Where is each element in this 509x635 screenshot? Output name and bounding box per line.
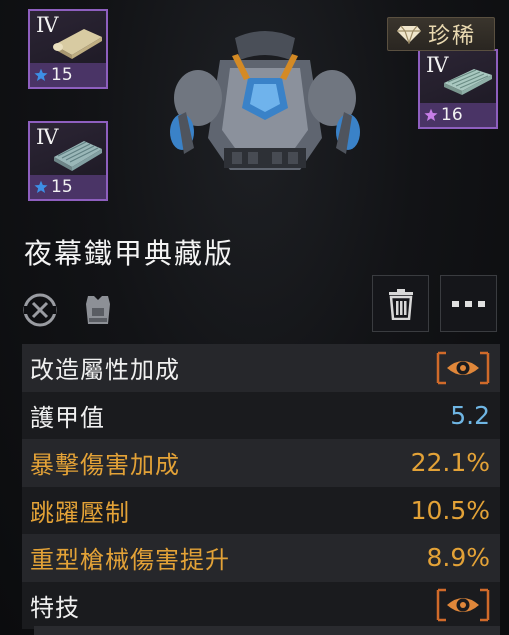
- star-icon: [34, 180, 48, 193]
- material-level: 16: [441, 105, 463, 125]
- armor-vest-icon[interactable]: [78, 290, 118, 330]
- eye-icon[interactable]: [436, 351, 490, 385]
- swap-cancel-icon[interactable]: [20, 290, 60, 330]
- material-level-bar: 16: [420, 103, 496, 127]
- stat-label: 暴擊傷害加成: [30, 451, 180, 480]
- stat-value: 5.2: [450, 400, 490, 430]
- material-card[interactable]: IV 15: [28, 9, 108, 89]
- material-card[interactable]: IV 15: [28, 121, 108, 201]
- stat-label: 特技: [30, 593, 80, 622]
- stat-label: 重型槍械傷害提升: [30, 546, 230, 575]
- rarity-badge: 珍稀: [387, 17, 495, 51]
- material-level-bar: 15: [30, 63, 106, 87]
- armor-vest-image: [170, 31, 360, 170]
- mesh-roll-icon: [54, 141, 102, 171]
- eye-icon[interactable]: [436, 588, 490, 622]
- stat-value: 22.1%: [410, 448, 490, 478]
- more-options-button[interactable]: [440, 275, 497, 332]
- stat-row: 重型槍械傷害提升 8.9%: [22, 534, 500, 582]
- material-level: 15: [51, 177, 73, 197]
- mesh-roll-icon: [444, 69, 492, 95]
- stat-label: 改造屬性加成: [30, 356, 180, 385]
- stats-table: 改造屬性加成 護甲值 5.2 暴擊傷害加成 22.1% 跳躍壓制 10.5% 重…: [22, 344, 500, 629]
- material-card[interactable]: IV 16: [418, 49, 498, 129]
- stat-row: 暴擊傷害加成 22.1%: [22, 439, 500, 487]
- delete-button[interactable]: [372, 275, 429, 332]
- fabric-roll-icon: [53, 29, 102, 59]
- material-level-bar: 15: [30, 175, 106, 199]
- diamond-icon: [397, 25, 421, 44]
- stat-row: 護甲值 5.2: [22, 391, 500, 439]
- material-level: 15: [51, 65, 73, 85]
- stat-value: 8.9%: [426, 543, 490, 573]
- mod-bonus-row: 改造屬性加成: [22, 344, 500, 392]
- item-detail-panel: IV 15 IV 15 IV 16 珍稀 夜幕鐵甲典藏版 改造屬性加成 護甲值 …: [0, 0, 509, 635]
- stat-value: 10.5%: [410, 495, 490, 525]
- more-dots-icon: [451, 300, 485, 307]
- rarity-label: 珍稀: [428, 24, 477, 49]
- stat-row: 跳躍壓制 10.5%: [22, 486, 500, 534]
- stat-label: 護甲值: [30, 403, 105, 432]
- trash-icon: [388, 288, 413, 320]
- perk-row: 特技: [22, 581, 500, 629]
- stat-label: 跳躍壓制: [30, 498, 130, 527]
- item-name: 夜幕鐵甲典藏版: [24, 237, 235, 270]
- divider: [34, 626, 500, 635]
- star-icon: [34, 68, 48, 81]
- star-icon: [424, 108, 438, 121]
